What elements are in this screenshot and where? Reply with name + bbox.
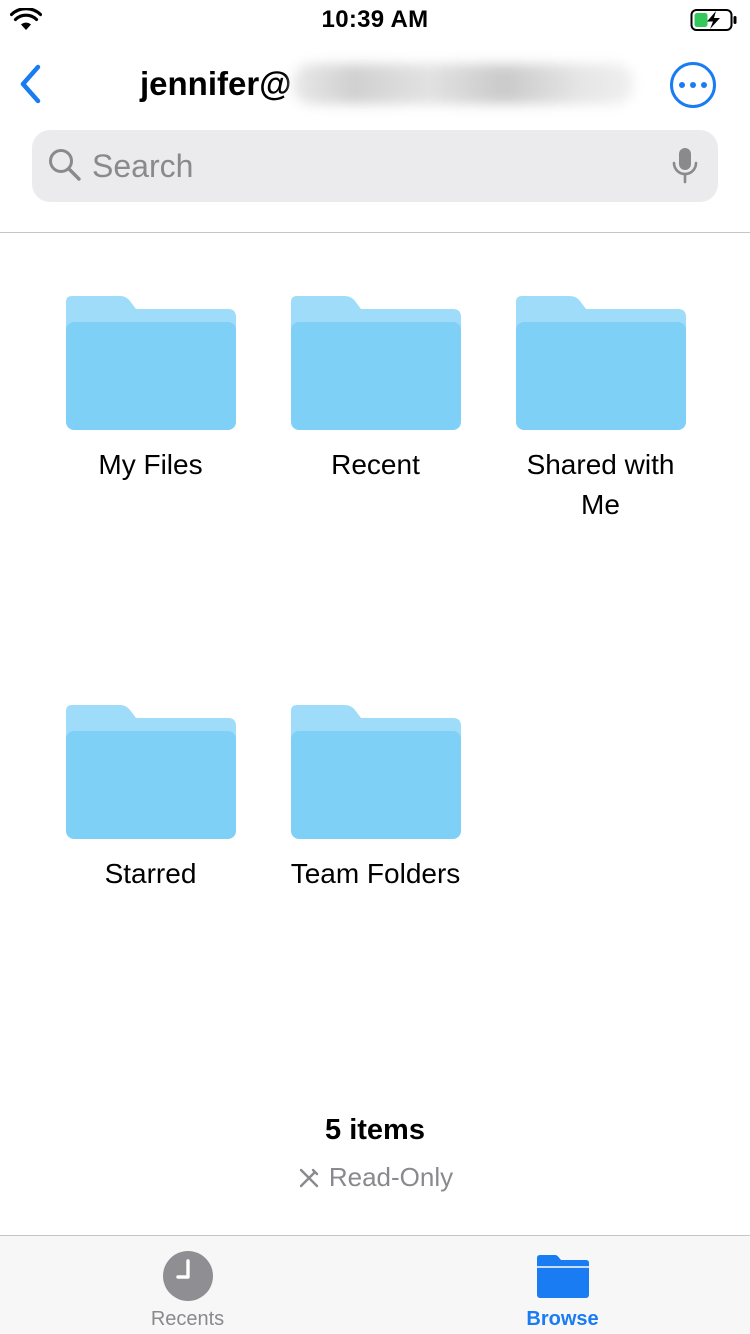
read-only-label: Read-Only <box>328 1162 454 1192</box>
folder-label: Shared with Me <box>526 449 675 520</box>
folder-icon <box>290 705 461 839</box>
ellipsis-dot <box>690 82 696 88</box>
folder-starred[interactable]: Starred <box>38 705 263 894</box>
folder-team-folders[interactable]: Team Folders <box>263 705 488 894</box>
redacted-domain <box>293 64 634 104</box>
folder-icon <box>65 296 236 430</box>
navigation-bar: jennifer@ <box>0 50 750 120</box>
search-bar[interactable] <box>32 130 718 202</box>
folder-icon <box>65 705 236 839</box>
folder-label: Starred <box>104 858 197 889</box>
tab-label: Browse <box>526 1308 599 1330</box>
folder-recent[interactable]: Recent <box>263 296 488 485</box>
folder-icon <box>536 1255 589 1298</box>
search-icon <box>49 149 81 181</box>
folder-icon <box>515 296 686 430</box>
ellipsis-dot <box>701 82 707 88</box>
status-bar: 10:39 AM <box>0 0 750 40</box>
chevron-left-icon <box>20 64 41 104</box>
tab-browse[interactable]: Browse <box>375 1236 750 1334</box>
microphone-icon[interactable] <box>670 146 700 186</box>
tab-bar: Recents Browse <box>0 1235 750 1334</box>
search-input[interactable] <box>92 144 672 188</box>
clock-icon <box>162 1251 213 1301</box>
battery-charging-icon <box>690 9 737 31</box>
folder-label: Team Folders <box>290 858 461 889</box>
page-title-text: jennifer@ <box>140 65 292 102</box>
more-options-button[interactable] <box>670 62 716 108</box>
status-time: 10:39 AM <box>321 6 429 33</box>
tab-label: Recents <box>150 1308 225 1330</box>
folder-my-files[interactable]: My Files <box>38 296 263 485</box>
page-title: jennifer@ <box>140 64 634 104</box>
item-count: 5 items <box>325 1114 425 1146</box>
back-button[interactable] <box>10 62 50 106</box>
folder-shared-with-me[interactable]: Shared with Me <box>488 296 713 525</box>
folder-label: Recent <box>331 449 420 480</box>
folder-icon <box>290 296 461 430</box>
folder-label: My Files <box>98 449 203 480</box>
tab-recents[interactable]: Recents <box>0 1236 375 1334</box>
read-only-status: Read-Only <box>0 1162 750 1193</box>
ellipsis-icon <box>679 82 685 88</box>
divider <box>0 232 750 233</box>
no-edit-icon <box>299 1168 319 1187</box>
